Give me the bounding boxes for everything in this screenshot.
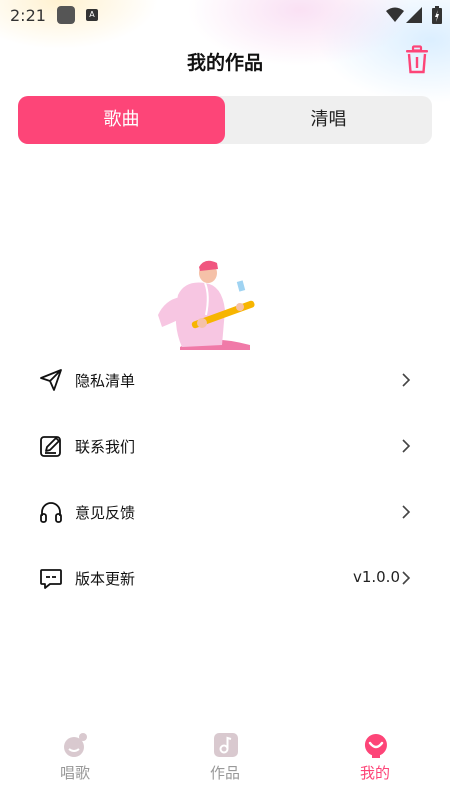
- chevron-right-icon: [402, 439, 411, 453]
- edit-icon: [40, 436, 61, 457]
- signal-icon: [406, 7, 422, 23]
- nav-label: 唱歌: [59, 764, 90, 782]
- trash-icon: [406, 45, 428, 74]
- headphones-icon: [40, 502, 62, 523]
- menu-item-label: 意见反馈: [75, 504, 136, 522]
- nav-sing[interactable]: 唱歌: [25, 724, 125, 794]
- nav-mine[interactable]: 我的: [325, 724, 425, 794]
- status-bar: 2:21 A: [0, 0, 450, 32]
- chevron-right-icon: [402, 373, 411, 387]
- status-time: 2:21: [10, 6, 46, 25]
- nav-works[interactable]: 作品: [175, 724, 275, 794]
- battery-icon: [432, 6, 442, 24]
- tab-songs[interactable]: 歌曲: [18, 96, 225, 144]
- menu-item-label: 隐私清单: [75, 372, 136, 390]
- sing-icon: [64, 733, 87, 757]
- message-icon: [40, 569, 62, 589]
- wifi-icon: [386, 7, 404, 22]
- tab-acapella[interactable]: 清唱: [225, 96, 432, 144]
- keyboard-badge-icon: A: [86, 9, 98, 21]
- chevron-right-icon: [402, 571, 411, 585]
- menu-item-feedback[interactable]: 意见反馈: [0, 479, 450, 545]
- page-title: 我的作品: [186, 52, 263, 74]
- menu-item-contact[interactable]: 联系我们: [0, 413, 450, 479]
- chevron-right-icon: [402, 505, 411, 519]
- header: 我的作品: [0, 38, 450, 82]
- menu-item-label: 版本更新: [75, 570, 136, 588]
- tab-bar: 歌曲 清唱: [18, 96, 432, 144]
- nav-label: 我的: [359, 764, 390, 782]
- delete-button[interactable]: [404, 45, 430, 75]
- bottom-nav: 唱歌 作品 我的: [0, 724, 450, 800]
- version-value: v1.0.0: [352, 568, 400, 586]
- app-notification-icon: [57, 6, 75, 24]
- music-note-icon: [214, 733, 238, 757]
- menu-item-label: 联系我们: [75, 438, 136, 456]
- menu-item-privacy[interactable]: 隐私清单: [0, 347, 450, 413]
- nav-label: 作品: [209, 764, 240, 782]
- settings-menu: 隐私清单 联系我们 意见反馈 版本更新 v1.0.0: [0, 347, 450, 611]
- menu-item-version-update[interactable]: 版本更新 v1.0.0: [0, 545, 450, 611]
- guitar-player-illustration: [158, 260, 255, 350]
- send-icon: [40, 369, 62, 391]
- profile-icon: [364, 734, 387, 758]
